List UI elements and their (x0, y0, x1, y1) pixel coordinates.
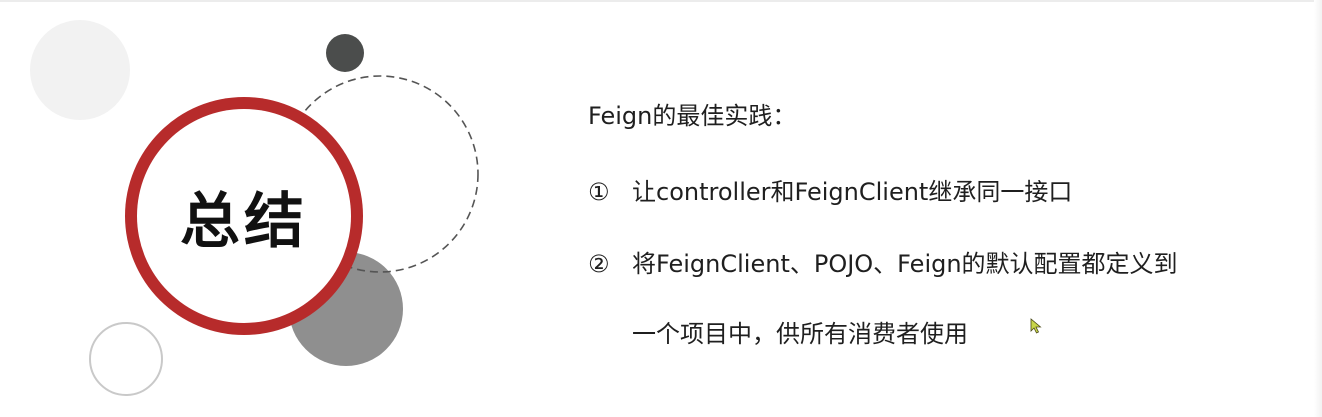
item-text: 让controller和FeignClient继承同一接口 (632, 178, 1073, 206)
mouse-pointer-icon (1030, 318, 1042, 334)
title-container: 总结 (118, 98, 370, 334)
item-text-continuation: 一个项目中，供所有消费者使用 (632, 320, 968, 348)
item-number: ① (588, 178, 610, 206)
slide-title: 总结 (180, 186, 308, 257)
list-item: ① 让controller和FeignClient继承同一接口 (588, 172, 1072, 207)
item-text: 将FeignClient、POJO、Feign的默认配置都定义到 (632, 250, 1178, 278)
section-heading: Feign的最佳实践： (588, 102, 797, 130)
right-edge-shadow (1314, 0, 1322, 417)
light-gray-circle (30, 20, 130, 120)
item-number: ② (588, 250, 610, 278)
dark-dot (326, 34, 364, 72)
list-item: ② 将FeignClient、POJO、Feign的默认配置都定义到 (588, 244, 1178, 279)
